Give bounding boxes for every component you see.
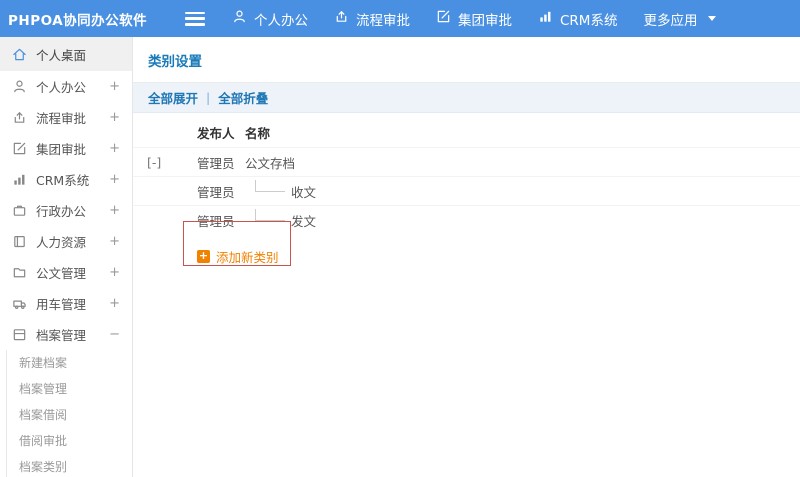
row-category-name[interactable]: 发文 bbox=[291, 211, 316, 230]
sidebar-item-label: 人力资源 bbox=[36, 235, 87, 250]
tree-connector bbox=[255, 209, 285, 221]
nav-personal-office[interactable]: 个人办公 bbox=[219, 0, 321, 37]
sidebar-item-admin-office[interactable]: 行政办公 + bbox=[0, 195, 132, 226]
collapse-all-link[interactable]: 全部折叠 bbox=[218, 88, 268, 107]
nav-item-label: 流程审批 bbox=[356, 12, 410, 29]
name-column-header: 名称 bbox=[245, 125, 271, 141]
user-icon bbox=[12, 79, 27, 94]
expand-toggle[interactable]: + bbox=[109, 141, 120, 156]
submenu-item-archive-borrow[interactable]: 档案借阅 bbox=[7, 402, 132, 428]
expand-toggle[interactable]: + bbox=[109, 79, 120, 94]
nav-crm-system[interactable]: CRM系统 bbox=[525, 0, 630, 37]
car-icon bbox=[12, 296, 27, 311]
nav-more-apps[interactable]: 更多应用 bbox=[630, 0, 729, 37]
row-publisher: 管理员 bbox=[197, 184, 235, 200]
submenu-item-archive-management[interactable]: 档案管理 bbox=[7, 376, 132, 402]
add-category-label: 添加新类别 bbox=[216, 250, 279, 265]
edit-icon bbox=[12, 141, 27, 156]
folder-icon bbox=[12, 265, 27, 280]
caret-down-icon bbox=[708, 16, 717, 21]
archive-submenu: 新建档案 档案管理 档案借阅 借阅审批 档案类别 bbox=[6, 350, 132, 477]
sidebar: 个人桌面 个人办公 + 流程审批 + 集团审批 + CRM系统 + 行政办公 + bbox=[0, 37, 133, 477]
toolbar: 全部展开 | 全部折叠 bbox=[133, 83, 800, 113]
nav-item-label: 更多应用 bbox=[643, 12, 698, 29]
plus-icon: + bbox=[197, 249, 210, 263]
expand-toggle[interactable]: + bbox=[109, 203, 120, 218]
sidebar-item-label: 个人桌面 bbox=[36, 47, 87, 63]
table-row: 管理员 发文 bbox=[133, 205, 800, 234]
table-row: 管理员 收文 bbox=[133, 176, 800, 205]
tree-connector bbox=[255, 180, 285, 192]
sidebar-item-label: 用车管理 bbox=[36, 297, 87, 312]
submenu-item-borrow-approval[interactable]: 借阅审批 bbox=[7, 428, 132, 454]
app-logo: PHPOA协同办公软件 bbox=[8, 12, 148, 29]
archive-icon bbox=[12, 327, 27, 342]
nav-item-label: 集团审批 bbox=[458, 12, 512, 29]
sidebar-item-vehicle-management[interactable]: 用车管理 + bbox=[0, 288, 132, 319]
sidebar-item-personal-desktop[interactable]: 个人桌面 bbox=[0, 37, 132, 71]
sidebar-item-crm-system[interactable]: CRM系统 + bbox=[0, 164, 132, 195]
sidebar-item-label: 公文管理 bbox=[36, 266, 87, 281]
expand-toggle[interactable]: + bbox=[109, 296, 120, 311]
submenu-item-archive-category[interactable]: 档案类别 bbox=[7, 454, 132, 477]
nav-item-label: 个人办公 bbox=[254, 12, 308, 29]
send-icon bbox=[334, 9, 349, 28]
expand-toggle[interactable]: + bbox=[109, 172, 120, 187]
chart-icon bbox=[12, 172, 27, 187]
sidebar-item-document-management[interactable]: 公文管理 + bbox=[0, 257, 132, 288]
edit-icon bbox=[436, 9, 451, 28]
add-category-button[interactable]: + 添加新类别 bbox=[133, 234, 800, 266]
main-content: 类别设置 全部展开 | 全部折叠 发布人 名称 [-] 管理员 公文存档 管理员 bbox=[133, 37, 800, 477]
row-category-name[interactable]: 公文存档 bbox=[245, 153, 800, 172]
sidebar-item-human-resources[interactable]: 人力资源 + bbox=[0, 226, 132, 257]
home-icon bbox=[12, 47, 27, 62]
row-publisher: 管理员 bbox=[197, 155, 235, 171]
sidebar-item-process-approval[interactable]: 流程审批 + bbox=[0, 102, 132, 133]
publisher-column-header: 发布人 bbox=[197, 125, 235, 141]
toolbar-separator: | bbox=[206, 90, 211, 105]
top-navigation: 个人办公 流程审批 集团审批 CRM系统 更多应用 bbox=[219, 0, 729, 37]
hamburger-menu-icon[interactable] bbox=[185, 11, 205, 26]
topbar: PHPOA协同办公软件 个人办公 流程审批 集团审批 CRM系统 更多应用 bbox=[0, 0, 800, 37]
category-table: 发布人 名称 [-] 管理员 公文存档 管理员 收文 管理员 发文 bbox=[133, 117, 800, 234]
expand-toggle[interactable]: + bbox=[109, 265, 120, 280]
table-row: [-] 管理员 公文存档 bbox=[133, 147, 800, 176]
nav-group-approval[interactable]: 集团审批 bbox=[423, 0, 525, 37]
sidebar-item-label: 档案管理 bbox=[36, 328, 87, 343]
sidebar-item-label: 行政办公 bbox=[36, 204, 87, 219]
expand-all-link[interactable]: 全部展开 bbox=[148, 88, 198, 107]
row-publisher: 管理员 bbox=[197, 213, 235, 229]
sidebar-item-label: 个人办公 bbox=[36, 80, 87, 95]
sidebar-item-label: 集团审批 bbox=[36, 142, 87, 157]
row-category-name[interactable]: 收文 bbox=[291, 182, 316, 201]
book-icon bbox=[12, 234, 27, 249]
sidebar-item-archive-management[interactable]: 档案管理 − bbox=[0, 319, 132, 350]
sidebar-item-label: CRM系统 bbox=[36, 173, 90, 188]
sidebar-item-personal-office[interactable]: 个人办公 + bbox=[0, 71, 132, 102]
sidebar-item-group-approval[interactable]: 集团审批 + bbox=[0, 133, 132, 164]
user-icon bbox=[232, 9, 247, 28]
collapse-toggle[interactable]: − bbox=[109, 327, 120, 342]
page-title: 类别设置 bbox=[133, 37, 800, 83]
chart-icon bbox=[538, 9, 553, 28]
table-header-row: 发布人 名称 bbox=[133, 117, 800, 147]
expand-toggle[interactable]: + bbox=[109, 234, 120, 249]
nav-process-approval[interactable]: 流程审批 bbox=[321, 0, 423, 37]
row-collapse-toggle[interactable]: [-] bbox=[133, 155, 197, 170]
submenu-item-new-archive[interactable]: 新建档案 bbox=[7, 350, 132, 376]
briefcase-icon bbox=[12, 203, 27, 218]
send-icon bbox=[12, 110, 27, 125]
sidebar-item-label: 流程审批 bbox=[36, 111, 87, 126]
expand-toggle[interactable]: + bbox=[109, 110, 120, 125]
nav-item-label: CRM系统 bbox=[560, 12, 618, 29]
